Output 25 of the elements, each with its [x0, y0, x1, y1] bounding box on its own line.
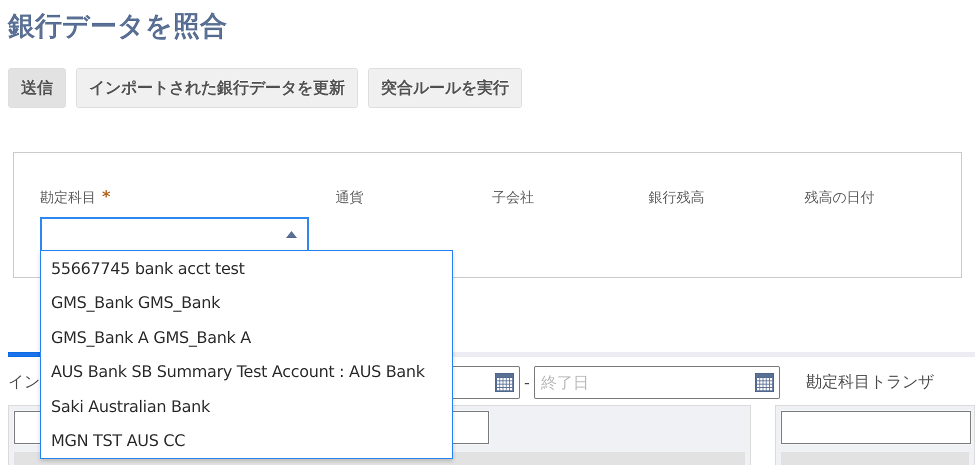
calendar-icon[interactable] [495, 373, 514, 392]
caret-icon [286, 231, 297, 238]
calendar-icon[interactable] [754, 373, 774, 392]
dropdown-option[interactable]: 55667745 bank acct test [41, 251, 452, 286]
field-label: 勘定科目 [40, 190, 96, 206]
field-label: 残高の日付 [804, 190, 875, 206]
end-date-field[interactable]: 終了日 [534, 366, 780, 399]
field-label: 銀行残高 [648, 190, 704, 206]
page-title: 銀行データを照合 [8, 10, 228, 44]
search-field[interactable] [781, 411, 971, 444]
dropdown-option[interactable]: Saki Australian Bank [41, 389, 452, 424]
section-label: 勘定科目トランザ [806, 372, 934, 393]
section-label: イン [8, 372, 41, 393]
toolbar-button[interactable]: インポートされた銀行データを更新 [76, 68, 358, 108]
field-label: 子会社 [492, 190, 534, 206]
dropdown-option[interactable]: AUS Bank SB Summary Test Account : AUS Bank [41, 354, 452, 389]
account-select[interactable] [40, 217, 309, 252]
dropdown-option[interactable]: MGN TST AUS CC [41, 424, 452, 458]
dropdown-option[interactable]: GMS_Bank A GMS_Bank A [41, 320, 452, 354]
submit-button[interactable]: 送信 [8, 68, 66, 108]
date-separator: - [524, 373, 530, 392]
required-mark: * [102, 187, 110, 206]
dropdown-option[interactable]: GMS_Bank GMS_Bank [41, 286, 452, 320]
field-label: 通貨 [336, 190, 364, 206]
toolbar-button[interactable]: 突合ルールを実行 [368, 68, 522, 108]
